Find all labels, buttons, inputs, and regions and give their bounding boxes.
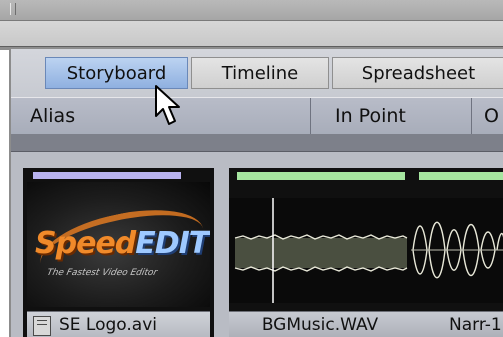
clip-card-video[interactable]: SpeedEDIT The Fastest Video Editor SE Lo… [23,168,214,337]
toolbar-grip-handle[interactable] [10,3,16,15]
toolbar-area [0,21,503,46]
storyboard-clip-area: SpeedEDIT The Fastest Video Editor SE Lo… [11,152,503,337]
clip-color-bar [419,172,503,180]
logo-tagline: The Fastest Video Editor [45,268,159,278]
tab-spreadsheet[interactable]: Spreadsheet [332,57,503,89]
clip-card-audio-narr[interactable]: Narr-1 [411,168,503,337]
audio-waveform [411,198,503,303]
audio-waveform [229,198,411,303]
storyboard-window: Storyboard Timeline Spreadsheet Alias In… [0,0,503,337]
column-header-row: Alias In Point O [11,97,503,135]
clip-thumbnail: SpeedEDIT The Fastest Video Editor [27,182,210,307]
clip-name-label: BGMusic.WAV [229,311,411,337]
column-header-out-point[interactable]: O [472,98,503,134]
clip-color-bar [33,172,181,179]
header-separator-band [11,134,503,152]
clip-color-bar [237,172,405,180]
video-file-icon [33,316,51,336]
logo-title-part2: EDIT [135,226,209,261]
view-tabs: Storyboard Timeline Spreadsheet [11,49,503,97]
clip-name-label: SE Logo.avi [27,311,210,337]
window-top-bar [0,0,503,21]
logo-title: SpeedEDIT [35,226,210,261]
clip-name-label: Narr-1 [411,311,503,337]
clip-name-text: SE Logo.avi [59,315,158,335]
column-header-in-point[interactable]: In Point [311,98,472,134]
logo-title-part1: Speed [35,226,136,261]
bin-panel: Storyboard Timeline Spreadsheet Alias In… [9,49,503,337]
mouse-pointer-icon [155,85,180,125]
clip-card-audio-bgmusic[interactable]: BGMusic.WAV [229,168,411,337]
tab-timeline[interactable]: Timeline [191,57,329,89]
